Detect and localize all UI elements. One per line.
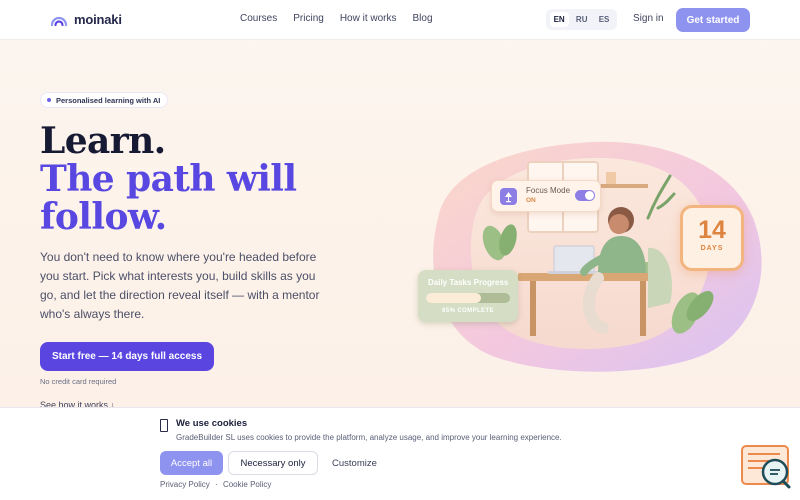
headline-line-1: Learn. [40,120,166,162]
necessary-only-button[interactable]: Necessary only [228,451,318,475]
headline-line-3: follow. [40,196,167,238]
nav-link-pricing[interactable]: Pricing [293,13,324,24]
get-started-button[interactable]: Get started [676,8,750,32]
privacy-policy-link[interactable]: Privacy Policy [160,480,210,489]
help-chat-icon[interactable] [740,444,792,490]
logo-arc-icon [50,16,68,27]
lang-ru[interactable]: RU [572,12,592,27]
lang-es[interactable]: ES [595,12,614,27]
nav-link-blog[interactable]: Blog [413,13,433,24]
logo-text: moinaki [74,11,122,27]
accept-all-button[interactable]: Accept all [160,451,223,475]
hero-headline: Learn. The path will follow. [40,120,297,238]
nav-link-how-it-works[interactable]: How it works [340,13,397,24]
daily-tasks-card: Daily Tasks Progress 65% COMPLETE [418,270,518,322]
cookie-links: Privacy Policy · Cookie Policy [160,480,271,489]
hero-description: You don't need to know where you're head… [40,250,320,321]
cookie-title: We use cookies [176,418,248,429]
headline-line-2: The path will [40,158,297,200]
language-switcher: EN RU ES [546,9,617,30]
top-navbar: moinaki Courses Pricing How it works Blo… [0,0,800,40]
days-counter-card: 14 DAYS [680,205,744,271]
logo[interactable]: moinaki [50,10,122,28]
badge-dot-icon [47,98,51,102]
hero-badge: Personalised learning with AI [40,92,169,108]
cookie-doc-icon [160,419,168,432]
daily-tasks-progress-track [426,293,510,303]
daily-tasks-title: Daily Tasks Progress [428,278,509,287]
focus-mode-title: Focus Mode [526,186,571,195]
cookie-banner [0,407,800,500]
cookie-policy-link[interactable]: Cookie Policy [223,480,271,489]
badge-label: Personalised learning with AI [56,95,161,105]
daily-tasks-progress-fill [426,293,481,303]
cookie-description: GradeBuilder SL uses cookies to provide … [176,433,562,442]
focus-mode-toggle [575,190,595,201]
days-label: DAYS [700,245,724,252]
lang-en[interactable]: EN [549,12,569,27]
nav-link-courses[interactable]: Courses [240,13,277,24]
focus-mode-status: ON [526,197,536,204]
days-number: 14 [698,216,726,244]
signin-link[interactable]: Sign in [633,13,664,24]
no-credit-card-note: No credit card required [40,377,117,386]
start-free-button[interactable]: Start free — 14 days full access [40,342,214,371]
customize-button[interactable]: Customize [332,458,377,469]
daily-tasks-percent: 65% COMPLETE [442,308,494,314]
lamp-icon [500,188,517,205]
nav-links: Courses Pricing How it works Blog [240,13,449,24]
cookie-links-separator: · [215,480,218,489]
focus-mode-card: Focus Mode ON [491,180,601,212]
